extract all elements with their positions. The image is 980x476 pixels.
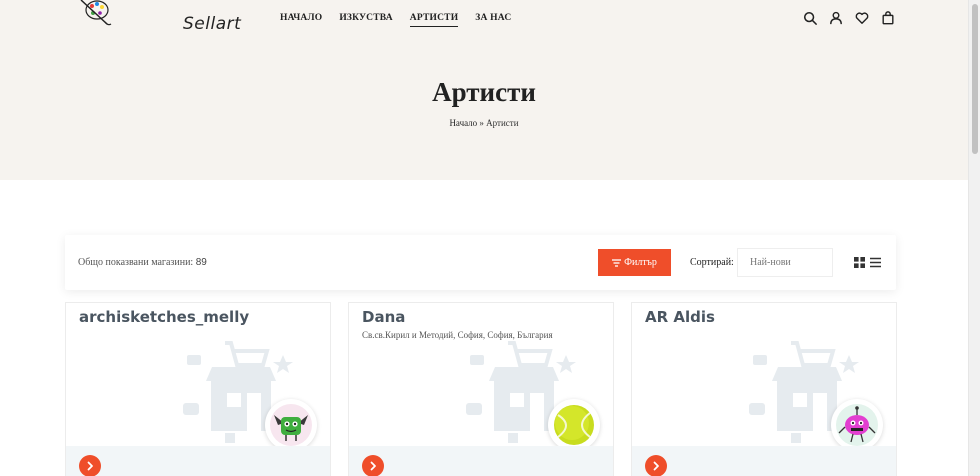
page-title: Артисти xyxy=(432,77,536,107)
visit-store-button[interactable] xyxy=(362,455,384,476)
store-avatar[interactable] xyxy=(548,399,600,451)
scrollbar-thumb[interactable] xyxy=(972,4,978,154)
card-footer xyxy=(349,446,613,476)
chevron-right-icon xyxy=(653,461,659,471)
breadcrumb-separator: » xyxy=(479,118,484,128)
store-toolbar: Общо показвани магазини: 89 Филтър Сорти… xyxy=(65,235,896,290)
logo-text: Sellart xyxy=(183,14,242,34)
store-avatar[interactable] xyxy=(265,399,317,451)
filter-button-label: Филтър xyxy=(624,257,657,268)
store-card[interactable]: Dana Св.св.Кирил и Методий, София, София… xyxy=(348,302,614,476)
nav-item-home[interactable]: НАЧАЛО xyxy=(280,13,322,27)
tennis-ball-avatar-icon xyxy=(554,405,594,445)
page-header: Sellart НАЧАЛО ИЗКУСТВА АРТИСТИ ЗА НАС А… xyxy=(0,0,968,180)
user-icon[interactable] xyxy=(829,11,843,25)
site-logo[interactable]: Sellart xyxy=(75,0,241,40)
chevron-right-icon xyxy=(87,461,93,471)
store-name[interactable]: Dana xyxy=(362,308,405,326)
chevron-right-icon xyxy=(370,461,376,471)
store-name[interactable]: archisketches_melly xyxy=(79,308,249,326)
breadcrumb: Начало » Артисти xyxy=(0,118,968,128)
store-count: Общо показвани магазини: 89 xyxy=(78,257,207,268)
main-nav: НАЧАЛО ИЗКУСТВА АРТИСТИ ЗА НАС xyxy=(280,13,511,27)
store-card[interactable]: archisketches_melly xyxy=(65,302,331,476)
card-footer xyxy=(66,446,330,476)
store-name[interactable]: AR Aldis xyxy=(645,308,715,326)
grid-view-icon[interactable] xyxy=(854,257,865,268)
sort-select-value: Най-нови xyxy=(750,257,791,268)
green-monster-avatar-icon xyxy=(270,404,312,446)
store-count-label: Общо показвани магазини: xyxy=(78,257,194,268)
pink-robot-avatar-icon xyxy=(836,404,878,446)
header-actions xyxy=(803,11,895,25)
card-footer xyxy=(632,446,896,476)
search-icon[interactable] xyxy=(803,11,817,25)
filter-button[interactable]: Филтър xyxy=(598,249,671,276)
page-scrollbar[interactable] xyxy=(968,0,980,476)
nav-item-artists[interactable]: АРТИСТИ xyxy=(409,13,459,27)
store-avatar[interactable] xyxy=(831,399,883,451)
store-card[interactable]: AR Aldis xyxy=(631,302,897,476)
breadcrumb-home[interactable]: Начало xyxy=(449,118,477,128)
sort-label: Сортирай: xyxy=(690,257,734,268)
breadcrumb-current: Артисти xyxy=(486,118,519,128)
nav-item-arts[interactable]: ИЗКУСТВА xyxy=(339,13,392,27)
store-count-value: 89 xyxy=(195,257,207,268)
sort-select[interactable]: Най-нови xyxy=(737,248,833,277)
visit-store-button[interactable] xyxy=(645,455,667,476)
list-view-icon[interactable] xyxy=(870,257,881,268)
filter-icon xyxy=(612,258,622,267)
heart-icon[interactable] xyxy=(855,11,869,25)
palette-logo-icon xyxy=(80,0,112,26)
bag-icon[interactable] xyxy=(881,11,895,25)
visit-store-button[interactable] xyxy=(79,455,101,476)
nav-item-about[interactable]: ЗА НАС xyxy=(475,13,511,27)
